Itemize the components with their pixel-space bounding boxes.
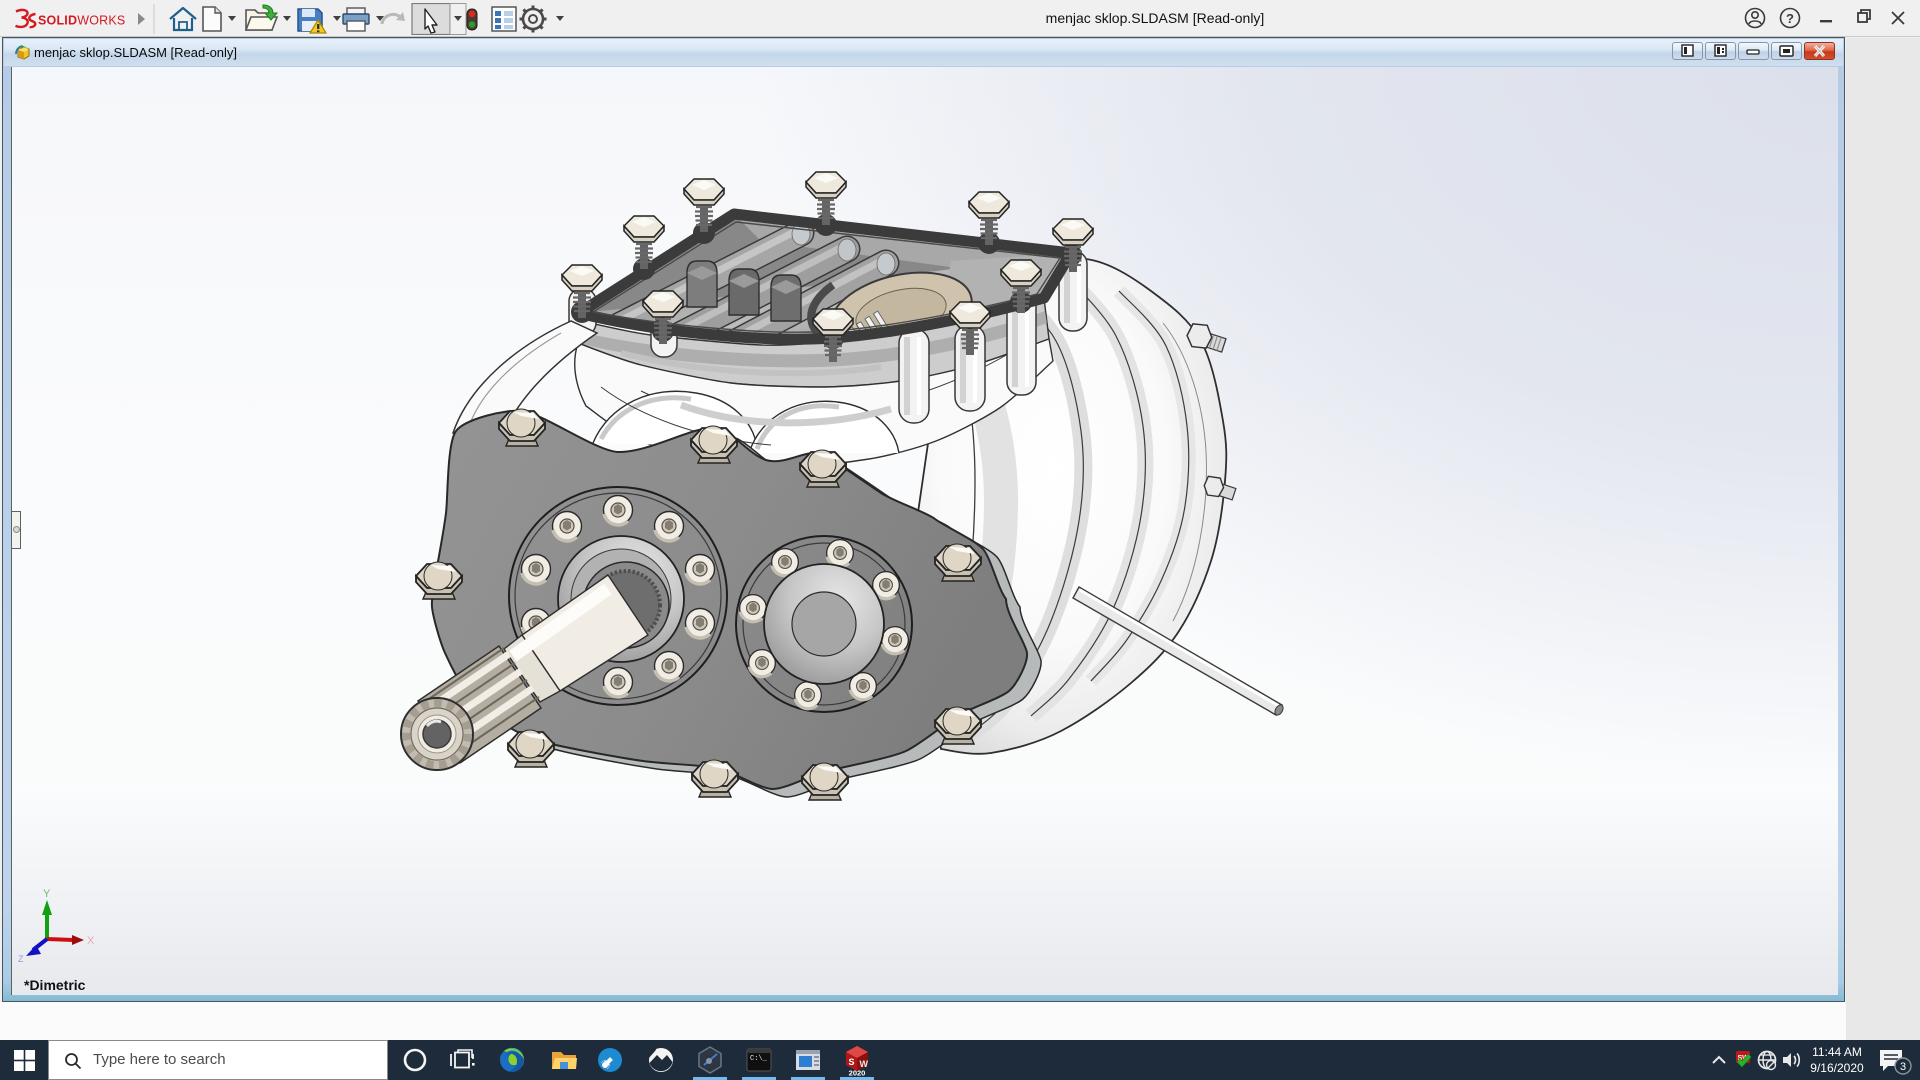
svg-text:SOLIDWORKS: SOLIDWORKS [38, 14, 125, 28]
svg-text:X: X [87, 935, 95, 947]
svg-text:3: 3 [1900, 1061, 1906, 1073]
svg-text:Y: Y [43, 888, 51, 900]
svg-text:Z: Z [18, 954, 24, 964]
svg-text:W: W [860, 1059, 869, 1069]
svg-text:S: S [849, 1057, 855, 1067]
svg-text:?: ? [1786, 11, 1794, 26]
svg-text:C:\_: C:\_ [750, 1055, 768, 1063]
svg-text:2020: 2020 [849, 1069, 866, 1078]
